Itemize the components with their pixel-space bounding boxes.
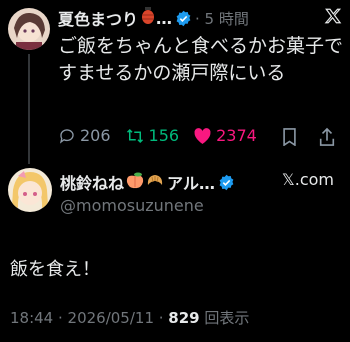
source-site-link[interactable]: 𝕏.com xyxy=(282,170,334,189)
reply-author-avatar[interactable] xyxy=(8,168,52,212)
x-logo-icon[interactable] xyxy=(324,6,342,30)
reply-meta: 18:44 · 2026/05/11 · 829 回表示 xyxy=(10,307,249,328)
view-count: 829 xyxy=(168,309,200,327)
author-name-suffix: … xyxy=(156,8,173,28)
reply-icon xyxy=(59,128,74,144)
view-count-label: 回表示 xyxy=(199,309,250,327)
tweet-body: ご飯をちゃんと食べるかお菓子ですませるかの瀬戸際にいる xyxy=(58,35,344,84)
croissant-emoji-icon xyxy=(146,172,164,193)
share-button[interactable] xyxy=(318,127,336,151)
peach-emoji-icon xyxy=(126,172,144,193)
verified-badge-icon xyxy=(218,174,235,191)
author-name[interactable]: 夏色まつり xyxy=(58,6,138,30)
reply-timestamp[interactable]: 18:44 · 2026/05/11 · xyxy=(10,309,168,327)
tweet-header: 夏色まつり … · 5 時間 xyxy=(58,5,249,31)
reply-author-name[interactable]: 桃鈴ねね xyxy=(60,170,124,194)
author-avatar[interactable] xyxy=(8,8,50,50)
reply-header: 桃鈴ねね アル… xyxy=(60,170,235,194)
retweet-icon xyxy=(126,128,143,143)
share-icon xyxy=(319,127,335,146)
like-count: 2374 xyxy=(216,126,257,145)
reply-author-name-suffix: アル… xyxy=(167,174,216,193)
bookmark-icon xyxy=(283,128,296,147)
retweet-count: 156 xyxy=(148,126,180,145)
reply-body: 飯を食え！ xyxy=(10,259,100,280)
reply-button[interactable]: 206 xyxy=(58,126,111,145)
like-button[interactable]: 2374 xyxy=(193,126,257,145)
reply-author-handle[interactable]: @momosuzunene xyxy=(60,196,204,215)
thread-line xyxy=(28,54,30,164)
retweet-button[interactable]: 156 xyxy=(125,126,180,145)
reply-count: 206 xyxy=(80,126,111,145)
time-ago[interactable]: · 5 時間 xyxy=(195,8,249,29)
lantern-emoji-icon xyxy=(140,7,156,29)
bookmark-button[interactable] xyxy=(282,128,297,150)
tweet-actions: 206 156 2374 xyxy=(58,126,271,145)
heart-icon xyxy=(194,127,211,144)
verified-badge-icon xyxy=(175,10,192,27)
